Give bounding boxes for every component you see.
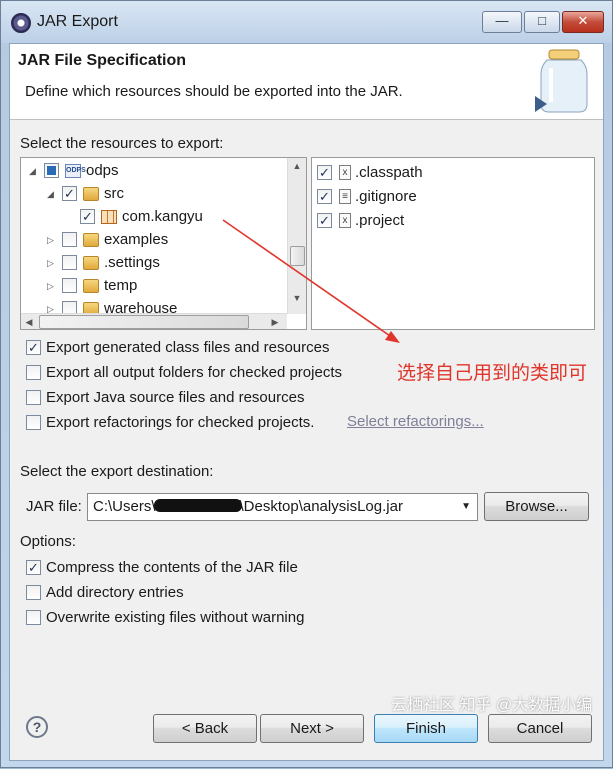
annotation-text: 选择自己用到的类即可: [397, 363, 588, 384]
tree-checkbox[interactable]: [62, 232, 77, 247]
source-folder-icon: [83, 187, 99, 201]
xml-file-icon: x: [339, 165, 351, 180]
file-list[interactable]: ✓ x .classpath ✓ ≡ .gitignore ✓ x .project: [311, 157, 595, 330]
tree-item-label: temp: [104, 277, 138, 294]
page-description: Define which resources should be exporte…: [25, 83, 403, 100]
eclipse-app-icon: [11, 13, 31, 33]
checkbox[interactable]: [26, 610, 41, 625]
options-label: Options:: [20, 533, 76, 550]
file-checkbox[interactable]: ✓: [317, 213, 332, 228]
expanded-arrow-icon[interactable]: ◢: [29, 166, 37, 176]
jar-export-window: JAR Export — □ ✕ JAR File Specification …: [0, 0, 613, 768]
browse-button[interactable]: Browse...: [484, 492, 589, 521]
jar-file-label: JAR file:: [26, 498, 82, 515]
export-option-label: Export refactorings for checked projects…: [46, 414, 315, 431]
tree-checkbox[interactable]: ✓: [80, 209, 95, 224]
resources-label: Select the resources to export:: [20, 135, 224, 152]
wizard-header: JAR File Specification Define which reso…: [10, 44, 603, 120]
resource-tree[interactable]: ◢ ODPS odps ◢ ✓ src ✓ com.kangyu ▷ examples ▷ .sett…: [20, 157, 307, 330]
project-icon: ODPS: [65, 164, 86, 178]
tree-item-label: examples: [104, 231, 169, 248]
expanded-arrow-icon[interactable]: ◢: [47, 189, 55, 199]
file-item-label: .project: [355, 212, 405, 229]
tree-checkbox[interactable]: [62, 255, 77, 270]
collapsed-arrow-icon[interactable]: ▷: [47, 281, 55, 291]
dropdown-arrow-icon[interactable]: ▼: [461, 494, 471, 520]
checkbox[interactable]: ✓: [26, 340, 41, 355]
jar-option-label: Add directory entries: [46, 584, 184, 601]
dialog-body: JAR File Specification Define which reso…: [9, 43, 604, 761]
jar-option-label: Compress the contents of the JAR file: [46, 559, 298, 576]
jar-path-suffix: \Desktop\analysisLog.jar: [239, 498, 403, 515]
tree-item-label: src: [104, 185, 124, 202]
jar-file-combo[interactable]: C:\Users\ \Desktop\analysisLog.jar ▼: [87, 493, 478, 521]
cancel-button[interactable]: Cancel: [488, 714, 592, 743]
checkbox[interactable]: [26, 365, 41, 380]
maximize-button[interactable]: □: [524, 11, 560, 33]
tree-checkbox[interactable]: [62, 278, 77, 293]
text-file-icon: ≡: [339, 189, 351, 204]
tree-item-label: .settings: [104, 254, 160, 271]
package-icon: [101, 210, 117, 224]
minimize-button[interactable]: —: [482, 11, 522, 33]
jar-option-label: Overwrite existing files without warning: [46, 609, 305, 626]
file-checkbox[interactable]: ✓: [317, 165, 332, 180]
xml-file-icon: x: [339, 213, 351, 228]
close-button[interactable]: ✕: [562, 11, 604, 33]
export-option-label: Export generated class files and resourc…: [46, 339, 330, 356]
file-item-label: .gitignore: [355, 188, 417, 205]
export-option-label: Export all output folders for checked pr…: [46, 364, 342, 381]
select-refactorings-link[interactable]: Select refactorings...: [347, 413, 484, 430]
scroll-thumb[interactable]: [39, 315, 249, 329]
destination-label: Select the export destination:: [20, 463, 214, 480]
title-bar[interactable]: JAR Export — □ ✕: [1, 1, 612, 43]
scroll-down-arrow-icon[interactable]: ▼: [289, 290, 305, 306]
tree-checkbox[interactable]: [44, 163, 59, 178]
jar-path-prefix: C:\Users\: [93, 498, 156, 515]
collapsed-arrow-icon[interactable]: ▷: [47, 235, 55, 245]
checkbox[interactable]: ✓: [26, 560, 41, 575]
folder-icon: [83, 256, 99, 270]
export-option-label: Export Java source files and resources: [46, 389, 305, 406]
watermark: 云栖社区 知乎 @大数据小编: [391, 697, 593, 714]
checkbox[interactable]: [26, 415, 41, 430]
checkbox[interactable]: [26, 585, 41, 600]
file-item-label: .classpath: [355, 164, 423, 181]
scroll-right-arrow-icon[interactable]: ▶: [267, 314, 283, 329]
jar-icon: [535, 49, 588, 113]
file-checkbox[interactable]: ✓: [317, 189, 332, 204]
collapsed-arrow-icon[interactable]: ▷: [47, 258, 55, 268]
scroll-thumb[interactable]: [290, 246, 305, 266]
source-folder-icon: [83, 233, 99, 247]
tree-item-label: com.kangyu: [122, 208, 203, 225]
help-icon[interactable]: ?: [26, 716, 48, 738]
redacted-username: [153, 499, 242, 512]
next-button[interactable]: Next >: [260, 714, 364, 743]
back-button[interactable]: < Back: [153, 714, 257, 743]
checkbox[interactable]: [26, 390, 41, 405]
tree-item-label: odps: [86, 162, 119, 179]
page-title: JAR File Specification: [18, 52, 187, 69]
finish-button[interactable]: Finish: [374, 714, 478, 743]
tree-horizontal-scrollbar[interactable]: ◀ ▶: [21, 313, 287, 329]
tree-checkbox[interactable]: ✓: [62, 186, 77, 201]
folder-icon: [83, 279, 99, 293]
scroll-up-arrow-icon[interactable]: ▲: [289, 158, 305, 174]
tree-vertical-scrollbar[interactable]: ▲ ▼: [287, 158, 306, 314]
scroll-left-arrow-icon[interactable]: ◀: [21, 314, 37, 329]
window-title: JAR Export: [37, 13, 118, 30]
